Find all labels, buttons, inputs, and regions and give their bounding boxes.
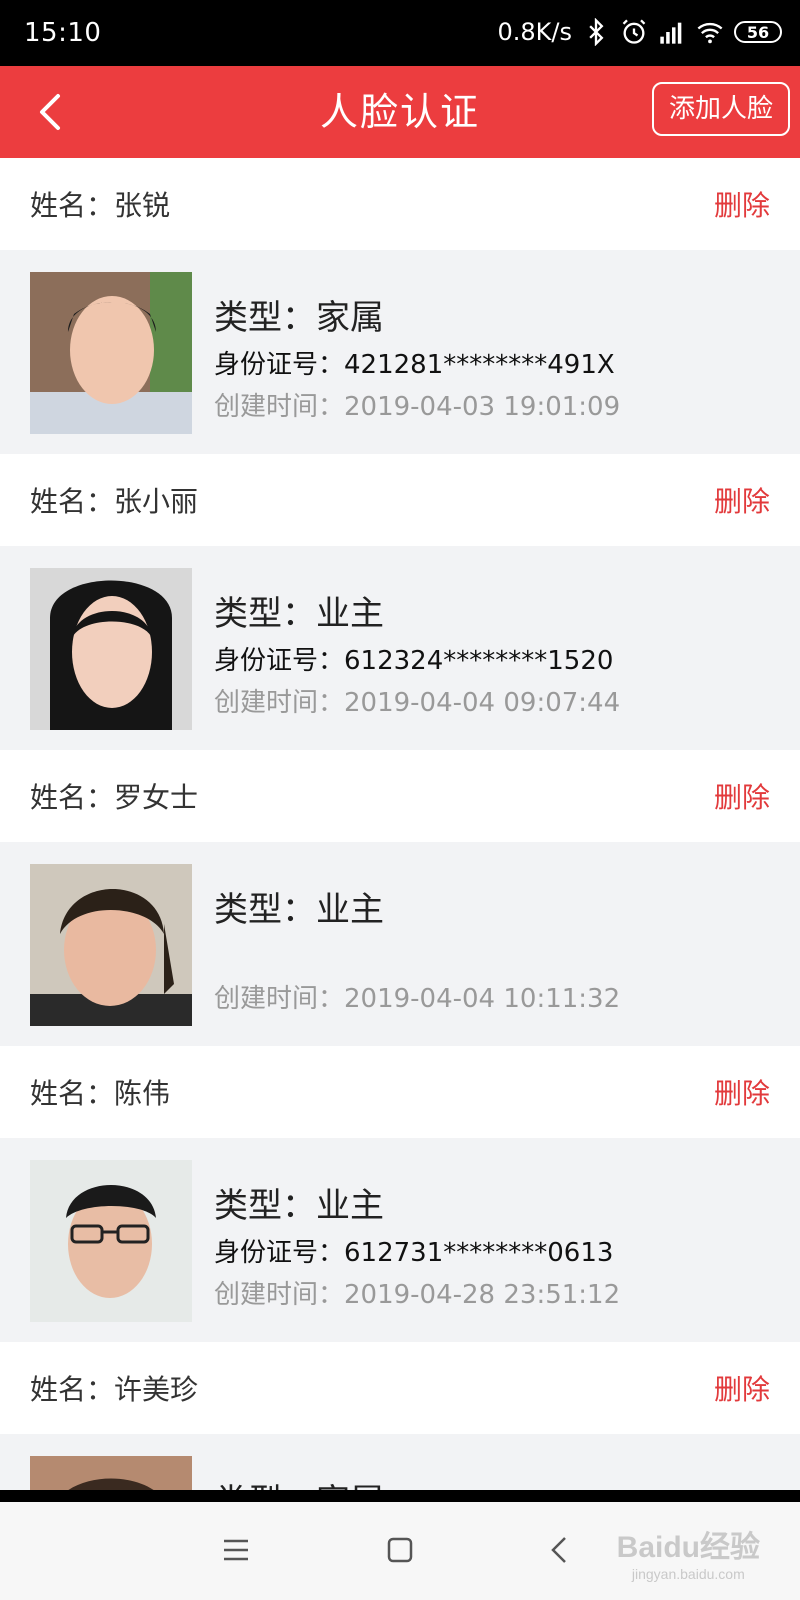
home-icon[interactable]: [380, 1530, 420, 1570]
face-photo: [30, 568, 192, 730]
delete-button[interactable]: 删除: [714, 776, 770, 816]
face-list[interactable]: 姓名：张锐 删除 类型：家属 身份证号：421281********491X 创…: [0, 158, 800, 1490]
watermark: Baidu经验 jingyan.baidu.com: [617, 1522, 760, 1582]
app-header: 人脸认证 添加人脸: [0, 66, 800, 158]
person-name: 姓名：许美珍: [30, 1373, 199, 1406]
delete-button[interactable]: 删除: [714, 184, 770, 224]
delete-button[interactable]: 删除: [714, 1072, 770, 1112]
person-name: 姓名：罗女士: [30, 781, 199, 814]
person-name: 姓名：陈伟: [30, 1077, 171, 1110]
face-detail[interactable]: 类型：家属 身份证号：421281********491X 创建时间：2019-…: [0, 250, 800, 454]
menu-icon[interactable]: [216, 1530, 256, 1570]
name-row: 姓名：张锐 删除: [0, 158, 800, 250]
face-type: 类型：业主: [214, 1186, 384, 1226]
add-face-button[interactable]: 添加人脸: [652, 82, 790, 136]
person-name: 姓名：张小丽: [30, 485, 199, 518]
id-number: 身份证号：612324********1520: [214, 646, 614, 676]
face-type: 类型：业主: [214, 890, 384, 930]
person-name: 姓名：张锐: [30, 189, 171, 222]
created-time: 创建时间：2019-04-04 10:11:32: [214, 984, 621, 1014]
face-detail[interactable]: 类型：业主 创建时间：2019-04-04 10:11:32: [0, 842, 800, 1046]
name-row: 姓名：罗女士 删除: [0, 750, 800, 842]
id-number: 身份证号：612731********0613: [214, 1238, 614, 1268]
face-detail[interactable]: 类型：家属: [0, 1434, 800, 1490]
watermark-url: jingyan.baidu.com: [631, 1566, 745, 1582]
created-time: 创建时间：2019-04-04 09:07:44: [214, 688, 621, 718]
id-number: 身份证号：421281********491X: [214, 350, 615, 380]
status-bar: 15:10 0.8K/s 56: [0, 0, 800, 66]
status-icons: 0.8K/s 56: [497, 18, 782, 46]
created-time: 创建时间：2019-04-03 19:01:09: [214, 392, 621, 422]
face-photo: [30, 864, 192, 1026]
alarm-icon: [622, 19, 646, 44]
face-photo: [30, 1456, 192, 1490]
delete-button[interactable]: 删除: [714, 480, 770, 520]
watermark-brand: Baidu经验: [616, 1531, 760, 1564]
name-row: 姓名：张小丽 删除: [0, 454, 800, 546]
system-nav-bar: Baidu经验 jingyan.baidu.com: [0, 1502, 800, 1600]
face-type: 类型：业主: [214, 594, 384, 634]
battery-indicator: 56: [734, 21, 782, 43]
status-time: 15:10: [24, 18, 102, 48]
face-type: 类型：家属: [214, 1474, 384, 1490]
delete-button[interactable]: 删除: [714, 1368, 770, 1408]
list-item: 姓名：罗女士 删除 类型：业主 创建时间：2019-04-04 10:11:32: [0, 750, 800, 1046]
signal-icon: [660, 22, 682, 44]
wifi-icon: [697, 22, 723, 44]
face-detail[interactable]: 类型：业主 身份证号：612324********1520 创建时间：2019-…: [0, 546, 800, 750]
list-item: 姓名：陈伟 删除 类型：业主 身份证号：612731********0613 创…: [0, 1046, 800, 1342]
list-item: 姓名：张小丽 删除 类型：业主 身份证号：612324********1520 …: [0, 454, 800, 750]
face-photo: [30, 272, 192, 434]
list-item: 姓名：张锐 删除 类型：家属 身份证号：421281********491X 创…: [0, 158, 800, 454]
face-detail[interactable]: 类型：业主 身份证号：612731********0613 创建时间：2019-…: [0, 1138, 800, 1342]
name-row: 姓名：许美珍 删除: [0, 1342, 800, 1434]
back-icon[interactable]: [540, 1530, 580, 1570]
created-time: 创建时间：2019-04-28 23:51:12: [214, 1280, 621, 1310]
face-type: 类型：家属: [214, 298, 384, 338]
bluetooth-icon: [589, 18, 604, 46]
net-speed: 0.8K/s: [497, 18, 573, 46]
name-row: 姓名：陈伟 删除: [0, 1046, 800, 1138]
face-photo: [30, 1160, 192, 1322]
list-item: 姓名：许美珍 删除 类型：家属: [0, 1342, 800, 1490]
nav-divider: [0, 1490, 800, 1502]
